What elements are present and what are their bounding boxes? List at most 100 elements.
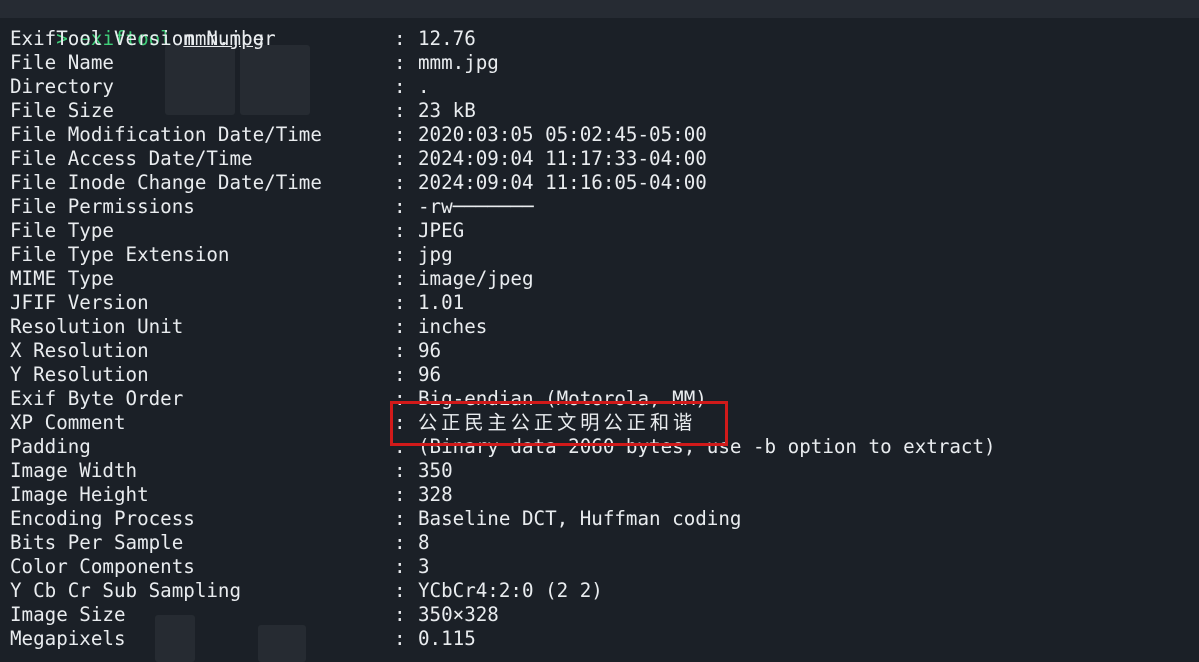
exif-key: File Size	[10, 99, 114, 122]
exif-value: 23 kB	[418, 99, 476, 122]
exif-row: Image Height:328	[10, 483, 453, 507]
exif-value: 公正民主公正文明公正和谐	[418, 411, 697, 434]
exif-separator: :	[394, 363, 406, 386]
exif-row: File Type Extension: jpg	[10, 243, 453, 267]
exif-row: Exif Byte Order: Big-endian (Motorola, MM…	[10, 387, 707, 411]
exif-row: Image Width:350	[10, 459, 453, 483]
exif-separator: :	[394, 27, 406, 50]
exif-key: File Type Extension	[10, 243, 230, 266]
exif-value: 1.01	[418, 291, 465, 314]
exif-key: File Permissions	[10, 195, 195, 218]
exif-key: X Resolution	[10, 339, 149, 362]
exif-value: 96	[418, 339, 442, 362]
exif-value: 2024:09:04 11:16:05-04:00	[418, 171, 707, 194]
exif-key: Color Components	[10, 555, 195, 578]
exif-row: Megapixels:0.115	[10, 627, 476, 651]
exif-key: XP Comment	[10, 411, 126, 434]
exif-separator: :	[394, 507, 406, 530]
exif-key: File Modification Date/Time	[10, 123, 322, 146]
exif-key: ExifTool Version Number	[10, 27, 276, 50]
exif-value: -rw───────	[418, 195, 534, 218]
exif-separator: :	[394, 339, 406, 362]
exif-key: Padding	[10, 435, 91, 458]
exif-row: X Resolution:96	[10, 339, 441, 363]
exif-separator: :	[394, 75, 406, 98]
exif-value: Baseline DCT, Huffman coding	[418, 507, 742, 530]
exif-separator: :	[394, 195, 406, 218]
exif-row: Y Resolution:96	[10, 363, 441, 387]
exif-separator: :	[394, 555, 406, 578]
exif-separator: :	[394, 291, 406, 314]
exif-row: File Inode Change Date/Time:2024:09:04 1…	[10, 171, 707, 195]
exif-row: Directory:.	[10, 75, 430, 99]
exif-value: mmm.jpg	[418, 51, 499, 74]
exif-value: (Binary data 2060 bytes, use -b option t…	[418, 435, 996, 458]
exif-separator: :	[394, 435, 406, 458]
exif-separator: :	[394, 219, 406, 242]
exif-key: MIME Type	[10, 267, 114, 290]
exif-value: Big-endian (Motorola, MM)	[418, 387, 707, 410]
exif-row: File Permissions: -rw───────	[10, 195, 534, 219]
exif-value: 0.115	[418, 627, 476, 650]
exif-separator: :	[394, 267, 406, 290]
exif-key: JFIF Version	[10, 291, 149, 314]
exif-row: Color Components:3	[10, 555, 430, 579]
exif-key: Y Cb Cr Sub Sampling	[10, 579, 242, 602]
exif-key: Bits Per Sample	[10, 531, 184, 554]
exif-value: 12.76	[418, 27, 476, 50]
exif-key: Directory	[10, 75, 114, 98]
exif-key: File Type	[10, 219, 114, 242]
exif-value: jpg	[418, 243, 453, 266]
exif-value: JPEG	[418, 219, 465, 242]
exif-row: Bits Per Sample:8	[10, 531, 430, 555]
exif-row: File Size:23 kB	[10, 99, 476, 123]
exif-value: 2024:09:04 11:17:33-04:00	[418, 147, 707, 170]
exif-value: YCbCr4:2:0 (2 2)	[418, 579, 603, 602]
exif-separator: :	[394, 627, 406, 650]
exif-value: .	[418, 75, 430, 98]
exif-value: inches	[418, 315, 488, 338]
exif-value: 350×328	[418, 603, 499, 626]
exif-value: 328	[418, 483, 453, 506]
exif-key: Y Resolution	[10, 363, 149, 386]
exif-separator: :	[394, 171, 406, 194]
exif-row: Y Cb Cr Sub Sampling: YCbCr4:2:0 (2 2)	[10, 579, 603, 603]
exif-separator: :	[394, 147, 406, 170]
exif-row: ExifTool Version Number:12.76	[10, 27, 476, 51]
exif-separator: :	[394, 603, 406, 626]
exif-row: File Name: mmm.jpg	[10, 51, 499, 75]
exif-key: Image Height	[10, 483, 149, 506]
exif-separator: :	[394, 387, 406, 410]
exif-key: Image Width	[10, 459, 138, 482]
exif-separator: :	[394, 459, 406, 482]
exif-row: File Type: JPEG	[10, 219, 464, 243]
exif-value: 2020:03:05 05:02:45-05:00	[418, 123, 707, 146]
exif-key: Exif Byte Order	[10, 387, 184, 410]
exif-row: JFIF Version:1.01	[10, 291, 464, 315]
exif-key: File Inode Change Date/Time	[10, 171, 322, 194]
exif-key: File Access Date/Time	[10, 147, 253, 170]
exif-row: Resolution Unit: inches	[10, 315, 487, 339]
exif-value: 8	[418, 531, 430, 554]
exif-separator: :	[394, 579, 406, 602]
exif-separator: :	[394, 315, 406, 338]
terminal-window[interactable]: > exiftool mmm.jpg ExifTool Version Numb…	[0, 0, 1199, 662]
exif-value: image/jpeg	[418, 267, 534, 290]
exif-row: Encoding Process: Baseline DCT, Huffman c…	[10, 507, 741, 531]
exif-value: 3	[418, 555, 430, 578]
exif-row: XP Comment: 公正民主公正文明公正和谐	[10, 411, 696, 435]
exif-value: 96	[418, 363, 442, 386]
exif-separator: :	[394, 531, 406, 554]
exif-key: Megapixels	[10, 627, 126, 650]
exif-row: File Access Date/Time:2024:09:04 11:17:3…	[10, 147, 707, 171]
exif-key: Resolution Unit	[10, 315, 184, 338]
exif-key: Encoding Process	[10, 507, 195, 530]
exif-row: Padding: (Binary data 2060 bytes, use -b …	[10, 435, 996, 459]
exif-separator: :	[394, 123, 406, 146]
exif-separator: :	[394, 243, 406, 266]
exif-separator: :	[394, 483, 406, 506]
exif-key: Image Size	[10, 603, 126, 626]
exif-separator: :	[394, 51, 406, 74]
exif-row: File Modification Date/Time:2020:03:05 0…	[10, 123, 707, 147]
prompt-line: > exiftool mmm.jpg	[10, 3, 264, 50]
